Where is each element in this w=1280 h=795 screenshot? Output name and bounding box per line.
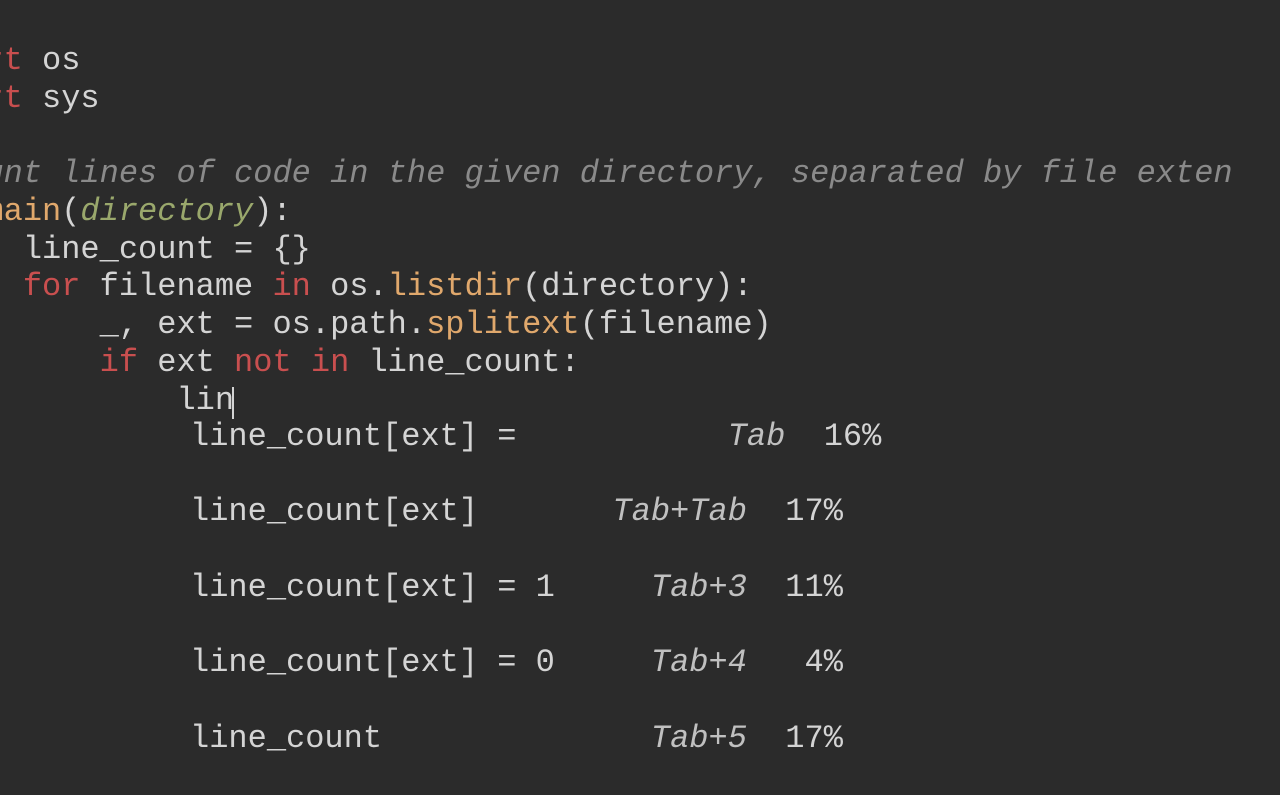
completion-pct: 17% [785, 720, 843, 757]
comment: Count lines of code in the given directo… [0, 155, 1233, 192]
ext-var: ext [157, 344, 215, 381]
not-keyword: not [234, 344, 292, 381]
completion-key: Tab+Tab [612, 493, 746, 530]
completion-pct: 11% [785, 569, 843, 606]
completion-pct: 4% [805, 644, 843, 681]
os-name: os [330, 268, 368, 305]
line-count-init: line_count = {} [23, 231, 311, 268]
completion-item[interactable]: line_count[ext] Tab+Tab 17% [190, 493, 881, 531]
completion-key: Tab+3 [651, 569, 747, 606]
code-editor[interactable]: port os port sys Count lines of code in … [0, 4, 1233, 419]
completion-suggestion: line_count[ext] = 1 [190, 569, 555, 606]
for-keyword: for [23, 268, 81, 305]
module-sys: sys [42, 80, 100, 117]
ospath: os.path [272, 306, 406, 343]
line-7: for filename in os.listdir(directory): [0, 268, 753, 305]
line-5: f main(directory): [0, 193, 292, 230]
listdir-arg: directory [541, 268, 714, 305]
module-os: os [42, 42, 80, 79]
line-1: port os [0, 42, 80, 79]
completion-item[interactable]: line_count Tab+5 17% [190, 720, 881, 758]
completion-pct: 16% [824, 418, 882, 455]
line-6: line_count = {} [0, 231, 311, 268]
filename-var: filename [100, 268, 254, 305]
completion-suggestion: line_count [190, 720, 382, 757]
destructure: _, ext = [100, 306, 254, 343]
completion-suggestion: line_count[ext] [190, 493, 478, 530]
import-keyword: port [0, 80, 23, 117]
completion-popup[interactable]: line_count[ext] = Tab 16% line_count[ext… [190, 380, 881, 795]
line-9: if ext not in line_count: [0, 344, 580, 381]
completion-item[interactable]: line_count[ext] = 1 Tab+3 11% [190, 569, 881, 607]
splitext-call: splitext [426, 306, 580, 343]
completion-item[interactable]: line_count[ext] = Tab 16% [190, 418, 881, 456]
completion-key: Tab [728, 418, 786, 455]
completion-pct: 17% [785, 493, 843, 530]
splitext-arg: filename [599, 306, 753, 343]
function-name: main [0, 193, 61, 230]
if-keyword: if [100, 344, 138, 381]
listdir-call: listdir [388, 268, 522, 305]
in-keyword-2: in [311, 344, 349, 381]
line-2: port sys [0, 80, 100, 117]
completion-suggestion: line_count[ext] = 0 [190, 644, 555, 681]
import-keyword: port [0, 42, 23, 79]
line-4-comment: Count lines of code in the given directo… [0, 155, 1233, 192]
line-8: _, ext = os.path.splitext(filename) [0, 306, 772, 343]
linecount-var: line_count [368, 344, 560, 381]
completion-key: Tab+4 [651, 644, 747, 681]
parameter-directory: directory [80, 193, 253, 230]
completion-item[interactable]: line_count[ext] = 0 Tab+4 4% [190, 644, 881, 682]
in-keyword: in [272, 268, 310, 305]
completion-suggestion: line_count[ext] = [190, 418, 516, 455]
completion-key: Tab+5 [651, 720, 747, 757]
